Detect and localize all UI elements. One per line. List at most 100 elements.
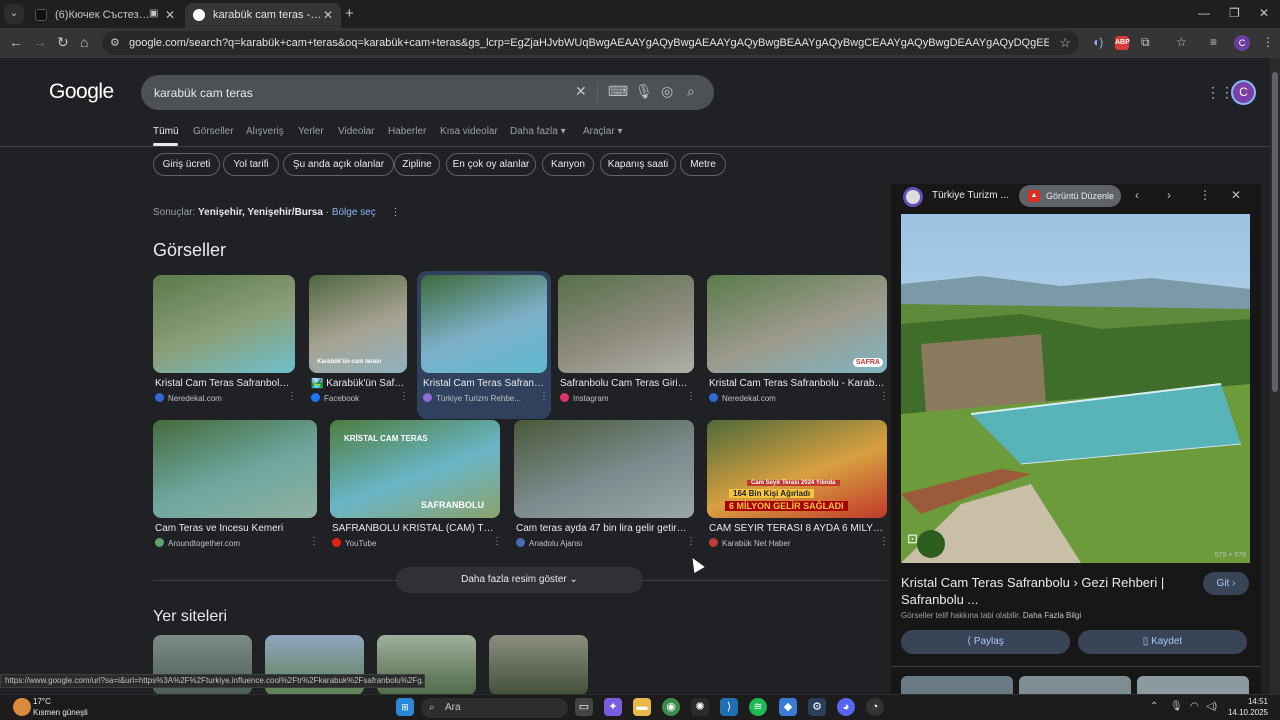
- more-options-icon[interactable]: ⋮: [879, 391, 889, 402]
- filter-chip[interactable]: Giriş ücreti: [153, 153, 220, 176]
- app-notification-icon[interactable]: ◔: [866, 698, 884, 716]
- discord-icon[interactable]: ◕: [837, 698, 855, 716]
- taskbar-search[interactable]: ⌕ Ara: [421, 698, 568, 718]
- previous-icon[interactable]: ‹: [1135, 188, 1139, 202]
- weather-widget[interactable]: 17°C Kısmen güneşli: [33, 696, 88, 718]
- windows-start-icon[interactable]: ⊞: [396, 698, 414, 716]
- image-thumbnail[interactable]: [153, 420, 317, 518]
- google-logo[interactable]: Google: [49, 80, 114, 104]
- restore-icon[interactable]: ❐: [1229, 6, 1240, 20]
- menu-icon[interactable]: ⋮: [1262, 35, 1274, 49]
- show-more-images-button[interactable]: Daha fazla resim göster ⌄: [396, 567, 643, 593]
- visit-button[interactable]: Git ›: [1203, 572, 1249, 595]
- forward-icon[interactable]: →: [33, 34, 47, 50]
- search-tab[interactable]: Daha fazla ▾: [510, 126, 566, 137]
- reload-icon[interactable]: ↻: [57, 34, 69, 51]
- more-options-icon[interactable]: ⋮: [879, 536, 889, 547]
- image-result[interactable]: Safranbolu Cam Teras Giriş Ü... Instagram…: [558, 275, 696, 415]
- bookmarks-icon[interactable]: ☆: [1176, 35, 1187, 49]
- image-thumbnail[interactable]: [421, 275, 547, 373]
- more-options-icon[interactable]: ⋮: [309, 536, 319, 547]
- preview-image[interactable]: ⊡ 579 × 579: [901, 214, 1250, 563]
- close-tab-icon[interactable]: ✕: [323, 8, 333, 22]
- image-thumbnail[interactable]: [558, 275, 694, 373]
- more-options-icon[interactable]: ⋮: [399, 391, 409, 402]
- image-thumbnail[interactable]: Cam Seyir Terası 2024 Yılında 164 Bin Kiş…: [707, 420, 887, 518]
- site-info-icon[interactable]: ⚙: [110, 36, 120, 49]
- image-result[interactable]: KRİSTAL CAM TERAS SAFRANBOLU SAFRANBOLU KR…: [330, 420, 502, 560]
- lens-icon[interactable]: ◎: [661, 83, 673, 100]
- extensions-puzzle-icon[interactable]: ⧉: [1141, 35, 1150, 50]
- back-icon[interactable]: ←: [9, 34, 23, 50]
- related-thumbnail[interactable]: [1137, 676, 1249, 694]
- filter-chip[interactable]: Kanyon: [542, 153, 594, 176]
- filter-chip[interactable]: Metre: [680, 153, 726, 176]
- save-button[interactable]: ▯ Kaydet: [1078, 630, 1247, 654]
- copilot-icon[interactable]: ✦: [604, 698, 622, 716]
- chatgpt-icon[interactable]: ✺: [691, 698, 709, 716]
- change-location-link[interactable]: Bölge seç: [332, 207, 376, 218]
- more-options-icon[interactable]: ⋮: [686, 536, 696, 547]
- search-tab[interactable]: Alışveriş: [246, 126, 284, 137]
- tab-search-button[interactable]: ⌄: [4, 4, 24, 24]
- image-result[interactable]: SAFRA Kristal Cam Teras Safranbolu - Kara…: [707, 275, 889, 415]
- volume-icon[interactable]: ◁): [1206, 701, 1217, 712]
- place-thumbnail[interactable]: [489, 635, 588, 694]
- profile-avatar[interactable]: C: [1234, 35, 1250, 51]
- search-tab[interactable]: Haberler: [388, 126, 426, 137]
- more-options-icon[interactable]: ⋮: [391, 207, 401, 218]
- address-bar[interactable]: ⚙ google.com/search?q=karabük+cam+teras&…: [102, 31, 1079, 55]
- bookmark-star-icon[interactable]: ☆: [1059, 35, 1071, 51]
- microphone-tray-icon[interactable]: 🎙: [1170, 701, 1183, 712]
- steam-icon[interactable]: ⚙: [808, 698, 826, 716]
- clear-icon[interactable]: ✕: [575, 83, 587, 100]
- more-options-icon[interactable]: ⋮: [686, 391, 696, 402]
- home-icon[interactable]: ⌂: [80, 34, 88, 50]
- image-thumbnail[interactable]: KRİSTAL CAM TERAS SAFRANBOLU: [330, 420, 500, 518]
- share-button[interactable]: ⟨ Paylaş: [901, 630, 1070, 654]
- close-window-icon[interactable]: ✕: [1259, 6, 1269, 20]
- adblock-icon[interactable]: ABP: [1115, 36, 1130, 50]
- image-result[interactable]: Cam teras ayda 47 bin lira gelir getirec…: [514, 420, 696, 560]
- minimize-icon[interactable]: —: [1198, 6, 1210, 20]
- page-scrollbar[interactable]: [1270, 58, 1280, 694]
- learn-more-link[interactable]: Daha Fazla Bilgi: [1023, 611, 1081, 620]
- close-panel-icon[interactable]: ✕: [1231, 188, 1241, 202]
- filter-chip[interactable]: Yol tarifi: [223, 153, 279, 176]
- search-tab[interactable]: Araçlar ▾: [583, 126, 622, 137]
- edit-image-button[interactable]: ▲ Görüntü Düzenle: [1019, 185, 1121, 207]
- more-options-icon[interactable]: ⋮: [539, 391, 549, 402]
- wifi-icon[interactable]: ◠: [1190, 701, 1199, 712]
- spotify-icon[interactable]: ≋: [749, 698, 767, 716]
- image-thumbnail[interactable]: SAFRA: [707, 275, 887, 373]
- filter-chip[interactable]: Şu anda açık olanlar: [283, 153, 394, 176]
- image-result[interactable]: Cam Teras ve İncesu Kemeri Aroundtogether…: [153, 420, 319, 560]
- search-icon[interactable]: ⌕: [687, 83, 695, 100]
- filter-chip[interactable]: Kapanış saati: [600, 153, 676, 176]
- next-icon[interactable]: ›: [1167, 188, 1171, 202]
- image-result[interactable]: Kristal Cam Teras Safranbolu - ... Nerede…: [153, 275, 297, 415]
- image-thumbnail[interactable]: [514, 420, 694, 518]
- more-options-icon[interactable]: ⋮: [492, 536, 502, 547]
- search-tab[interactable]: Videolar: [338, 126, 375, 137]
- scrollbar-thumb[interactable]: [1272, 72, 1278, 392]
- app-icon[interactable]: ◆: [779, 698, 797, 716]
- search-tab[interactable]: Görseller: [193, 126, 234, 137]
- preview-title[interactable]: Kristal Cam Teras Safranbolu › Gezi Rehb…: [901, 574, 1176, 608]
- panel-source[interactable]: Türkiye Turizm ...: [932, 190, 1009, 201]
- related-thumbnail[interactable]: [1019, 676, 1131, 694]
- show-hidden-icons[interactable]: ⌃: [1150, 701, 1158, 712]
- more-options-icon[interactable]: ⋮: [287, 391, 297, 402]
- image-result[interactable]: Karabük'ün cam terası 🏞️ Karabük'ün Safr.…: [309, 275, 409, 415]
- system-clock[interactable]: 14:51 14.10.2025: [1226, 696, 1268, 718]
- chrome-icon[interactable]: ◉: [662, 698, 680, 716]
- filter-chip[interactable]: Zipline: [394, 153, 440, 176]
- reading-list-icon[interactable]: ≡: [1210, 35, 1217, 49]
- search-tab[interactable]: Yerler: [298, 126, 324, 137]
- tab-google[interactable]: karabük cam teras - Google'da ✕: [185, 3, 341, 28]
- more-options-icon[interactable]: ⋮: [1199, 188, 1211, 202]
- image-result[interactable]: Kristal Cam Teras Safranb... Türkiye Turi…: [417, 271, 551, 419]
- task-view-icon[interactable]: ▭: [575, 698, 593, 716]
- vscode-icon[interactable]: ⟩: [720, 698, 738, 716]
- keyboard-icon[interactable]: ⌨: [608, 83, 628, 100]
